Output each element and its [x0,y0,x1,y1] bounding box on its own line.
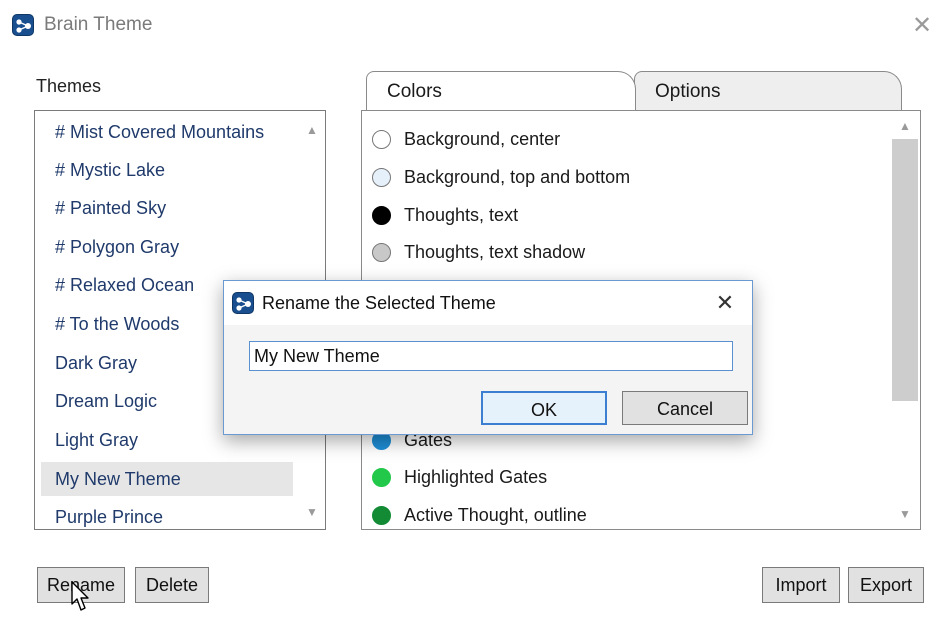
app-logo-icon [232,292,254,314]
scroll-down-icon[interactable]: ▼ [299,501,325,523]
window-close-button[interactable]: ✕ [908,12,936,40]
color-setting-row[interactable]: Active Thought, outline [372,498,587,529]
theme-list-item[interactable]: # Mystic Lake [41,153,293,187]
color-swatch[interactable] [372,243,391,262]
theme-name-input[interactable] [249,341,733,371]
theme-list-item[interactable]: # Polygon Gray [41,230,293,264]
delete-button[interactable]: Delete [135,567,209,603]
theme-list-item-selected[interactable]: My New Theme [41,462,293,496]
dialog-close-button[interactable]: ✕ [712,289,738,317]
color-setting-row[interactable]: Thoughts, text [372,198,518,232]
theme-list-item[interactable]: # Mist Covered Mountains [41,115,293,149]
close-icon: ✕ [715,290,735,315]
color-setting-label: Thoughts, text shadow [404,242,586,262]
mouse-pointer-icon [71,581,89,611]
import-button[interactable]: Import [762,567,840,603]
dialog-title: Rename the Selected Theme [262,293,496,313]
export-button[interactable]: Export [848,567,924,603]
app-logo-icon [12,14,34,36]
color-setting-label: Active Thought, outline [404,505,587,525]
color-setting-row[interactable]: Background, center [372,122,560,156]
color-swatch[interactable] [372,506,391,525]
color-swatch[interactable] [372,168,391,187]
tab-options[interactable]: Options [634,71,902,111]
cancel-button[interactable]: Cancel [622,391,748,425]
tab-colors[interactable]: Colors [366,71,636,111]
scroll-up-icon[interactable]: ▲ [892,115,918,137]
color-swatch[interactable] [372,130,391,149]
color-panel-scrollbar[interactable]: ▲ ▼ [890,111,920,529]
color-setting-label: Background, center [404,129,561,149]
ok-button[interactable]: OK [481,391,607,425]
color-setting-row[interactable]: Background, top and bottom [372,160,630,194]
theme-list-item[interactable]: Purple Prince [41,500,293,529]
color-setting-label: Background, top and bottom [404,167,631,187]
color-swatch[interactable] [372,206,391,225]
scroll-up-icon[interactable]: ▲ [299,119,325,141]
title-bar: Brain Theme ✕ [0,0,946,52]
scrollbar-thumb[interactable] [892,139,918,401]
color-setting-row[interactable]: Highlighted Gates [372,460,547,494]
dialog-title-bar: Rename the Selected Theme ✕ [224,281,752,325]
themes-label: Themes [36,76,102,96]
color-swatch[interactable] [372,468,391,487]
color-setting-row[interactable]: Thoughts, text shadow [372,235,585,269]
close-icon: ✕ [911,12,933,39]
color-setting-label: Highlighted Gates [404,467,548,487]
scroll-down-icon[interactable]: ▼ [892,503,918,525]
brain-theme-window: Brain Theme ✕ Themes # Mist Covered Moun… [0,0,946,625]
window-title: Brain Theme [44,14,153,35]
theme-list-item[interactable]: # Painted Sky [41,191,293,225]
rename-dialog: Rename the Selected Theme ✕ OK Cancel [223,280,753,435]
color-setting-label: Thoughts, text [404,205,519,225]
